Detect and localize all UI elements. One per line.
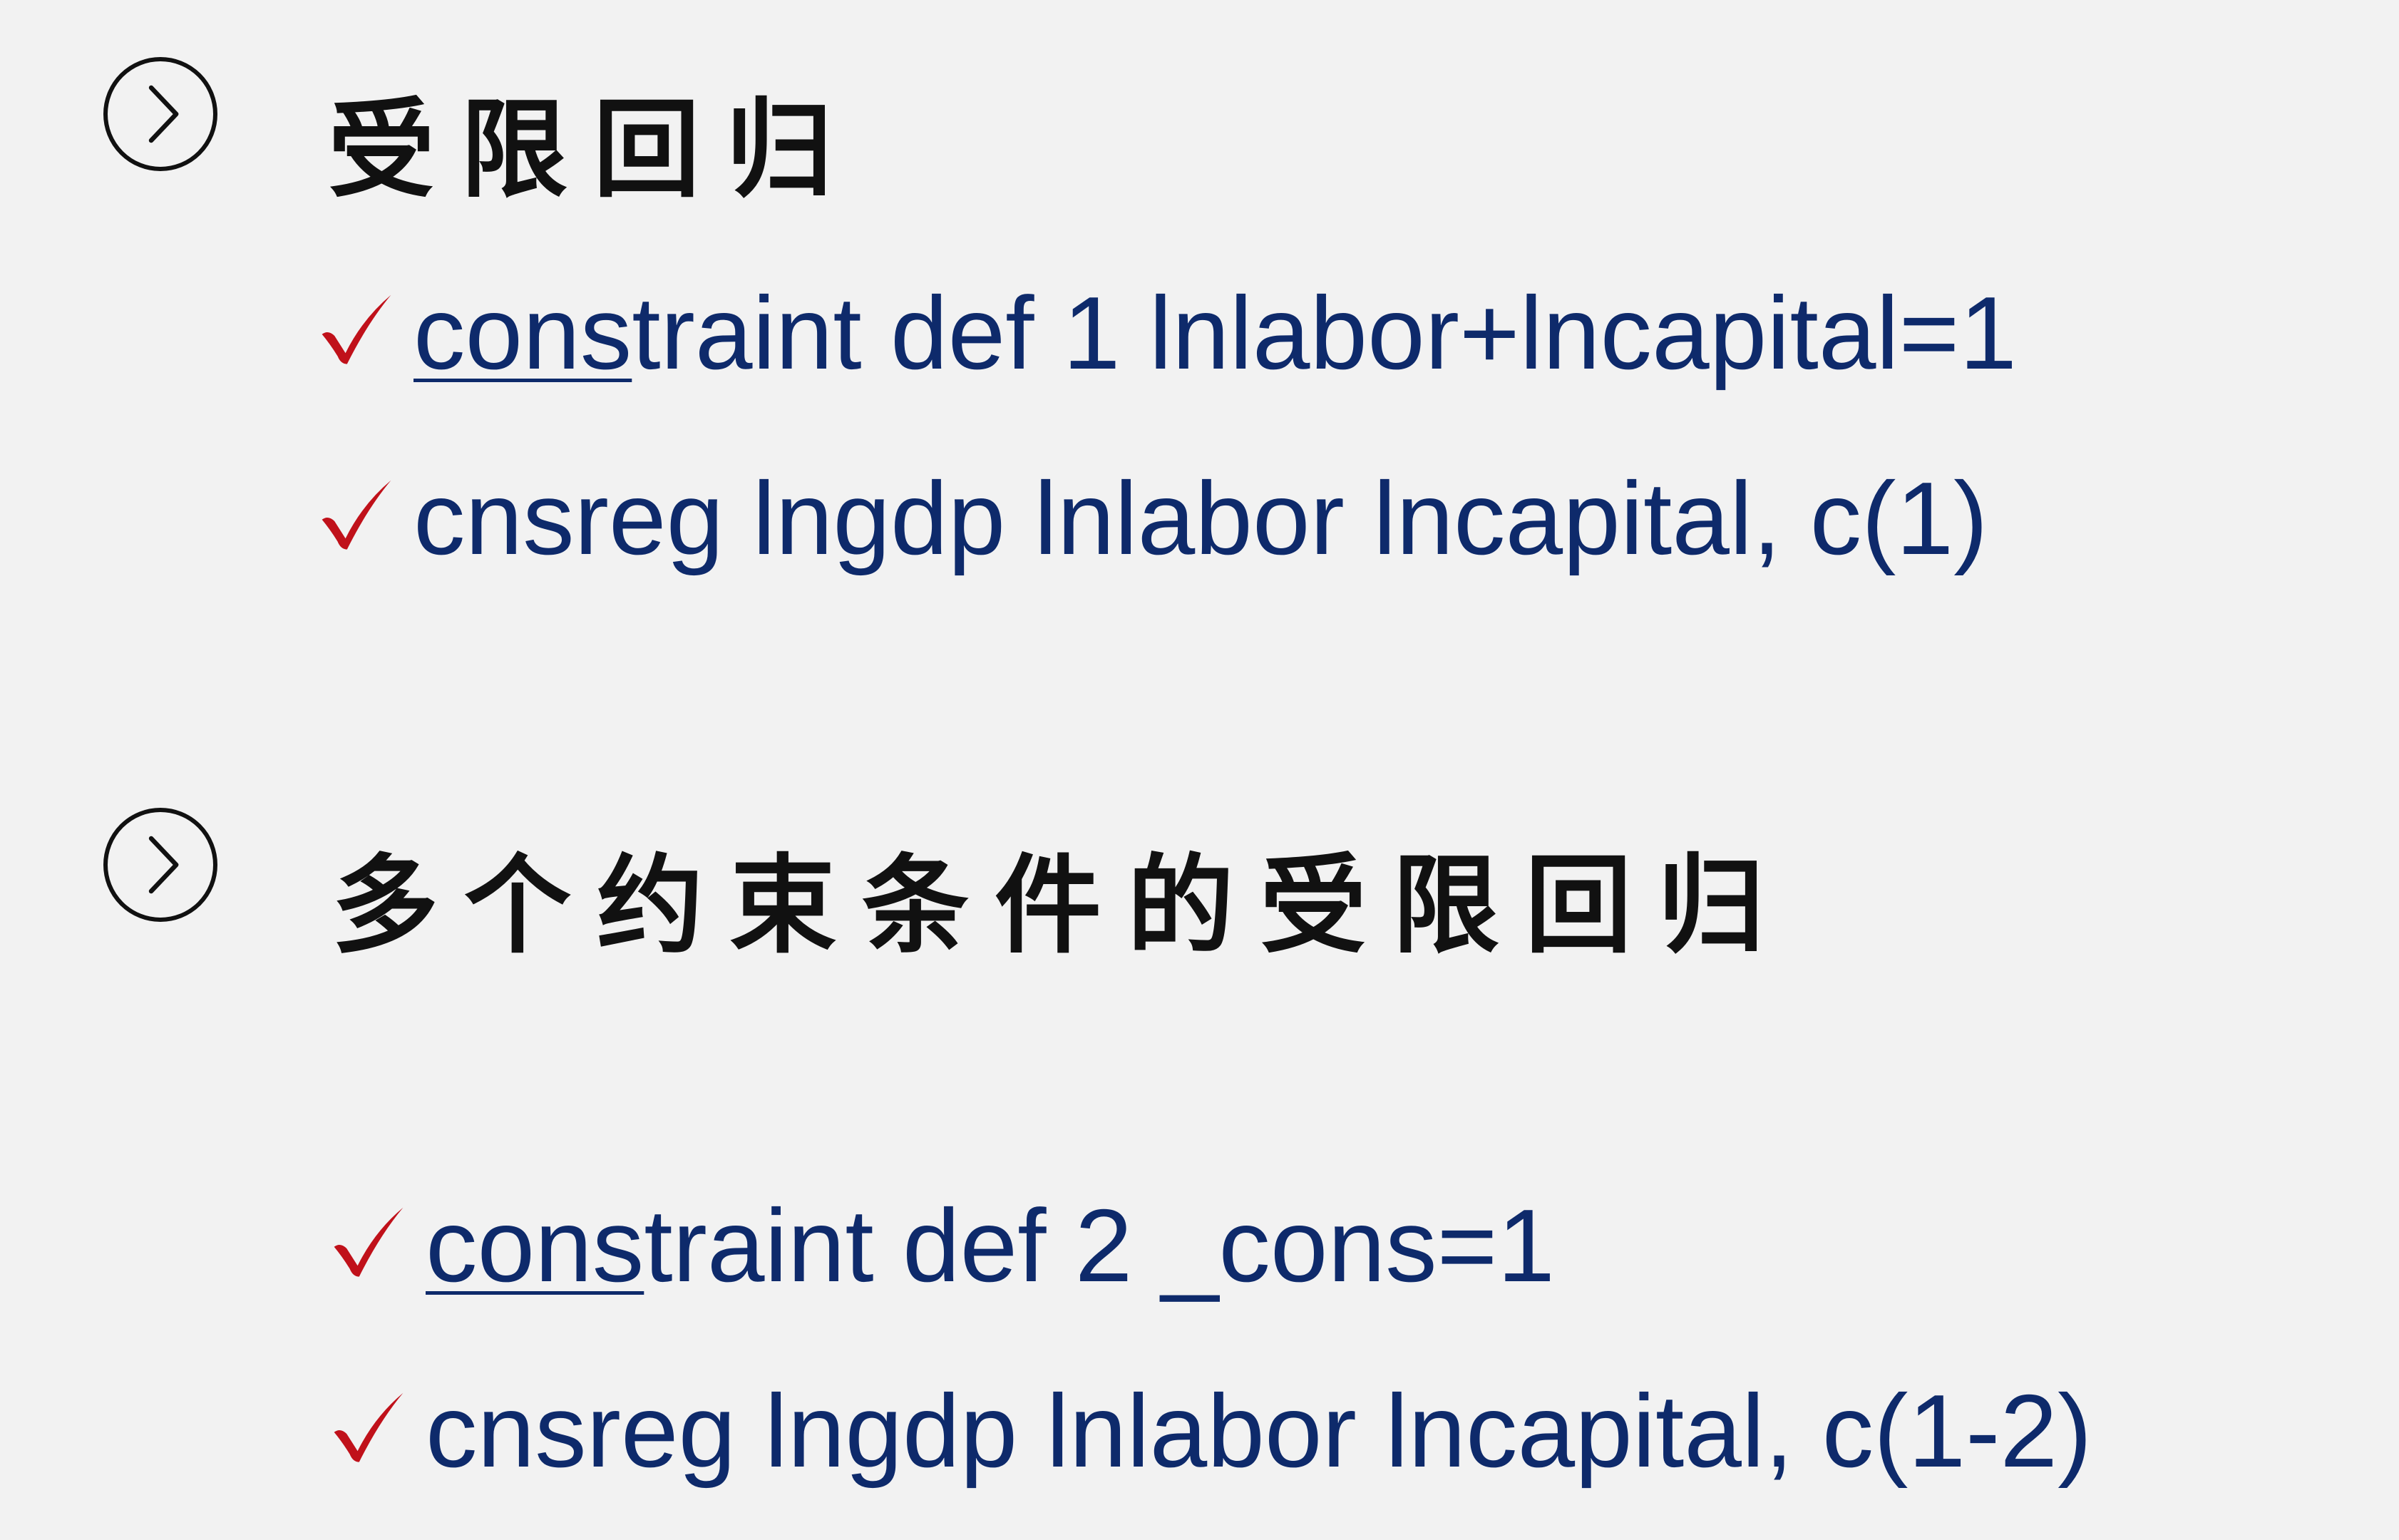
chevron-right-circle-icon (103, 57, 217, 171)
command-text: cnsreg lngdp lnlabor lncapital, c(1-2) (426, 1380, 2092, 1483)
check-icon (317, 474, 396, 553)
command-underlined: cons (413, 275, 632, 391)
check-icon (329, 1201, 408, 1280)
command-text: constraint def 1 lnlabor+lncapital=1 (413, 282, 2017, 385)
command-rest: cnsreg lngdp lnlabor lncapital, c(1) (413, 461, 1988, 576)
section-1-heading: 受限回归 (328, 87, 859, 212)
section-2-heading: 多个约束条件的受限回归 (332, 843, 1791, 968)
command-rest: traint def 2 _cons=1 (644, 1188, 1555, 1303)
command-rest: cnsreg lngdp lnlabor lncapital, c(1-2) (426, 1373, 2092, 1489)
check-icon (317, 289, 396, 367)
command-text: constraint def 2 _cons=1 (426, 1194, 1555, 1298)
check-icon (329, 1387, 408, 1465)
command-text: cnsreg lngdp lnlabor lncapital, c(1) (413, 467, 1988, 570)
command-underlined: cons (426, 1188, 644, 1303)
chevron-right-circle-icon (103, 808, 217, 922)
command-rest: traint def 1 lnlabor+lncapital=1 (632, 275, 2017, 391)
